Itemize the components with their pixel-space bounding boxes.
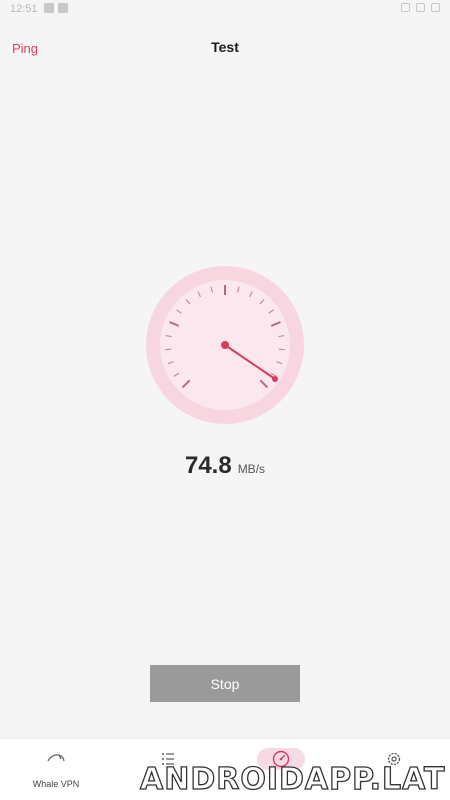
speed-value: 74.8 (184, 452, 232, 479)
status-left-icons (44, 3, 68, 13)
vpn-key-icon (401, 3, 410, 12)
wifi-icon (416, 3, 425, 12)
nav-label: Whale VPN (32, 779, 80, 789)
status-time: 12:51 (10, 3, 38, 15)
speedometer-dial (146, 266, 304, 424)
status-bar: 12:51 (0, 0, 450, 18)
speed-readout: 74.8 MB/s (0, 452, 450, 480)
speed-unit: MB/s (237, 462, 266, 476)
whale-vpn-icon (47, 754, 65, 762)
notification-icon (58, 3, 68, 13)
notification-icon (44, 3, 54, 13)
stop-button[interactable]: Stop (150, 665, 300, 702)
nav-item-whale-vpn[interactable]: Whale VPN (0, 739, 112, 800)
speed-gauge (145, 265, 305, 425)
gauge-needle-hub (221, 341, 229, 349)
watermark: ANDROIDAPP.LAT (139, 761, 446, 797)
gauge-needle-tip (272, 376, 278, 382)
page-title: Test (211, 39, 239, 55)
app-header: Ping Test (0, 28, 450, 68)
status-right-icons (401, 3, 440, 12)
battery-icon (431, 3, 440, 12)
